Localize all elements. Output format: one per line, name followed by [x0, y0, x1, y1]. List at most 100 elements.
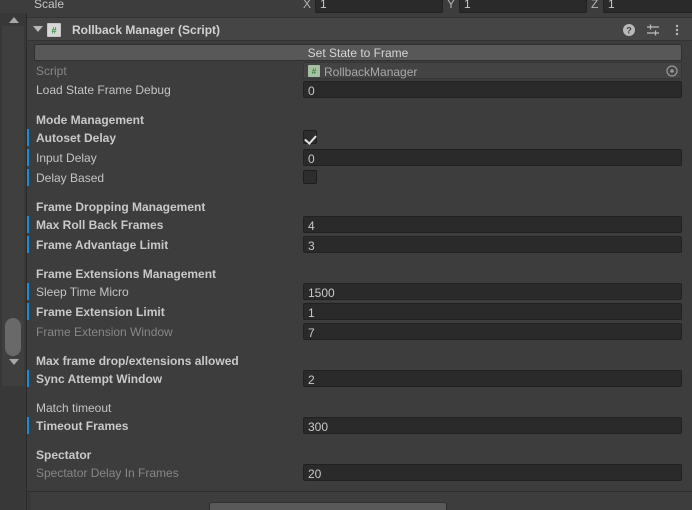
- property-row: Script # RollbackManager: [27, 61, 692, 80]
- section-header-label: Max frame drop/extensions allowed: [36, 354, 239, 368]
- property-label: Autoset Delay: [36, 131, 116, 145]
- property-value-field[interactable]: 3: [303, 236, 682, 253]
- scrollbar-gutter: [0, 13, 27, 510]
- add-component-button[interactable]: [209, 502, 447, 510]
- modified-indicator: [27, 303, 29, 320]
- inspector-panel: # Rollback Manager (Script) ?: [27, 13, 692, 510]
- help-icon[interactable]: ?: [622, 23, 636, 37]
- property-label: Sleep Time Micro: [36, 285, 129, 299]
- scale-label: Scale: [34, 0, 64, 11]
- property-value-field[interactable]: 1500: [303, 283, 682, 300]
- script-object-field[interactable]: # RollbackManager: [303, 62, 682, 79]
- property-row: Frame Extension Limit 1: [27, 302, 692, 321]
- property-value-field[interactable]: 300: [303, 417, 682, 434]
- property-checkbox[interactable]: [303, 170, 317, 184]
- scrollbar-thumb[interactable]: [5, 318, 21, 356]
- svg-text:#: #: [51, 26, 56, 36]
- set-state-to-frame-button[interactable]: Set State to Frame: [34, 44, 682, 61]
- property-label: Load State Frame Debug: [36, 83, 171, 97]
- more-menu-icon[interactable]: [670, 23, 684, 37]
- modified-indicator: [27, 236, 29, 253]
- scale-x-axis-label: X: [303, 0, 311, 11]
- property-value-field[interactable]: 7: [303, 323, 682, 340]
- property-row: Frame Dropping Management: [27, 197, 692, 216]
- object-picker-icon[interactable]: [666, 65, 678, 77]
- property-value: 7: [308, 326, 315, 340]
- property-value: 20: [308, 467, 321, 481]
- property-value: 2: [308, 373, 315, 387]
- property-value-field[interactable]: 2: [303, 370, 682, 387]
- scale-y-axis-label: Y: [447, 0, 455, 11]
- foldout-arrow-icon[interactable]: [33, 26, 43, 32]
- property-row: Autoset Delay: [27, 128, 692, 147]
- property-row: Max frame drop/extensions allowed: [27, 351, 692, 370]
- scale-z-axis-label: Z: [591, 0, 598, 11]
- scroll-up-arrow-icon[interactable]: [0, 13, 27, 27]
- property-row: Input Delay0: [27, 148, 692, 167]
- property-value-field[interactable]: 1: [303, 303, 682, 320]
- modified-indicator: [27, 149, 29, 166]
- scale-x-field[interactable]: 1: [315, 0, 443, 13]
- scale-z-value: 1: [608, 0, 615, 11]
- property-value: 3: [308, 239, 315, 253]
- property-value-field[interactable]: 20: [303, 464, 682, 481]
- scale-x-value: 1: [320, 0, 327, 11]
- scale-z-field[interactable]: 1: [603, 0, 692, 13]
- property-checkbox[interactable]: [303, 130, 317, 144]
- modified-indicator: [27, 129, 29, 146]
- property-row: Max Roll Back Frames 4: [27, 215, 692, 234]
- property-row: Match timeout: [27, 398, 692, 417]
- transform-scale-row: Scale X 1 Y 1 Z 1: [0, 0, 692, 13]
- section-header-label: Match timeout: [36, 401, 111, 415]
- property-row: Load State Frame Debug 0: [27, 80, 692, 99]
- property-row: Delay Based: [27, 168, 692, 187]
- component-header[interactable]: # Rollback Manager (Script) ?: [27, 17, 692, 41]
- modified-indicator: [27, 169, 29, 186]
- property-row: Spectator Delay In Frames 20: [27, 463, 692, 482]
- property-row: Sync Attempt Window 2: [27, 369, 692, 388]
- property-label: Spectator Delay In Frames: [36, 466, 179, 480]
- section-header-label: Spectator: [36, 448, 91, 462]
- unity-inspector-window: Scale X 1 Y 1 Z 1 # Rollback Ma: [0, 0, 692, 510]
- scale-y-field[interactable]: 1: [459, 0, 587, 13]
- property-row: Frame Extensions Management: [27, 264, 692, 283]
- property-value: 1: [308, 306, 315, 320]
- property-row: Sleep Time Micro 1500: [27, 282, 692, 301]
- property-value: 300: [308, 420, 328, 434]
- property-label: Max Roll Back Frames: [36, 218, 163, 232]
- script-object-value: RollbackManager: [324, 65, 417, 79]
- property-label: Script: [36, 64, 67, 78]
- property-label: Frame Advantage Limit: [36, 238, 168, 252]
- property-value: 0: [308, 84, 315, 98]
- csharp-script-icon: #: [308, 65, 320, 77]
- property-label: Frame Extension Window: [36, 325, 173, 339]
- modified-indicator: [27, 417, 29, 434]
- property-label: Frame Extension Limit: [36, 305, 165, 319]
- modified-indicator: [27, 283, 29, 300]
- preset-icon[interactable]: [646, 23, 660, 37]
- svg-text:#: #: [312, 67, 317, 76]
- property-row: Timeout Frames 300: [27, 416, 692, 435]
- property-row: Mode Management: [27, 110, 692, 129]
- modified-indicator: [27, 216, 29, 233]
- property-row: Spectator: [27, 445, 692, 464]
- property-row: Frame Advantage Limit 3: [27, 235, 692, 254]
- property-label: Sync Attempt Window: [36, 372, 162, 386]
- bottom-left-strip: [27, 492, 31, 510]
- section-header-label: Mode Management: [36, 113, 144, 127]
- modified-indicator: [27, 370, 29, 387]
- component-title: Rollback Manager (Script): [72, 23, 220, 37]
- scroll-down-arrow-icon[interactable]: [0, 355, 27, 369]
- property-value-field[interactable]: 0: [303, 81, 682, 98]
- property-value-field[interactable]: 0: [303, 149, 682, 166]
- property-row: Frame Extension Window 7: [27, 322, 692, 341]
- section-header-label: Frame Dropping Management: [36, 200, 205, 214]
- property-value: 1500: [308, 286, 335, 300]
- scale-y-value: 1: [464, 0, 471, 11]
- property-label: Delay Based: [36, 171, 104, 185]
- set-state-to-frame-label: Set State to Frame: [308, 46, 409, 60]
- property-value: 0: [308, 152, 315, 166]
- property-label: Timeout Frames: [36, 419, 128, 433]
- svg-text:?: ?: [626, 26, 632, 36]
- property-value-field[interactable]: 4: [303, 216, 682, 233]
